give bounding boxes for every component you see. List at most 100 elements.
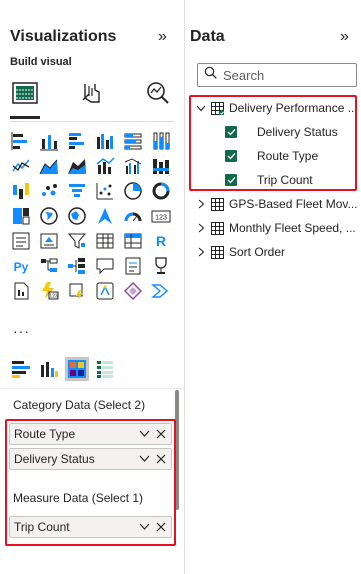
field-chip-label: Trip Count <box>14 520 70 534</box>
decomposition-tree-icon[interactable] <box>66 255 88 277</box>
measure-well-label: Measure Data (Select 1) <box>13 491 144 505</box>
scatter-dots-icon[interactable] <box>94 180 116 202</box>
chevron-right-icon[interactable] <box>195 247 207 257</box>
100-stacked-bar-chart-icon[interactable] <box>122 130 144 152</box>
matrix-icon[interactable] <box>122 230 144 252</box>
build-visual-tab-icon[interactable] <box>10 78 40 108</box>
paginated-report-icon[interactable] <box>10 280 32 302</box>
field-chip-route-type[interactable]: Route Type <box>9 423 172 445</box>
analytics-tab-icon[interactable] <box>142 78 172 108</box>
multi-row-card-icon[interactable] <box>10 230 32 252</box>
treemap-icon[interactable] <box>10 205 32 227</box>
field-chip-label: Route Type <box>14 427 76 441</box>
donut-chart-icon[interactable] <box>150 180 172 202</box>
map-icon[interactable] <box>38 205 60 227</box>
waterfall-chart-icon[interactable] <box>10 180 32 202</box>
area-chart-icon[interactable] <box>38 155 60 177</box>
svg-text:123: 123 <box>155 215 167 222</box>
checkbox-checked-icon[interactable] <box>225 150 237 162</box>
slicer-icon[interactable] <box>66 230 88 252</box>
gauge-icon[interactable] <box>122 205 144 227</box>
table-gps-fleet[interactable]: GPS-Based Fleet Mov... <box>195 193 358 215</box>
table-name: Sort Order <box>229 245 286 259</box>
table-name: Delivery Performance ... <box>229 101 358 115</box>
svg-text:Py: Py <box>14 260 29 274</box>
line-chart-icon[interactable] <box>10 155 32 177</box>
r-script-visual-icon[interactable]: R <box>150 230 172 252</box>
table-visual-icon[interactable] <box>94 230 116 252</box>
field-delivery-status[interactable]: Delivery Status <box>225 121 338 143</box>
key-influencers-icon[interactable] <box>38 255 60 277</box>
card-icon[interactable]: 123 <box>150 205 172 227</box>
smart-narrative-icon[interactable] <box>122 255 144 277</box>
stacked-area-chart-icon[interactable] <box>66 155 88 177</box>
power-automate-icon[interactable] <box>94 280 116 302</box>
heat-list-icon[interactable] <box>93 357 117 381</box>
kpi-icon[interactable] <box>38 230 60 252</box>
funnel-chart-icon[interactable] <box>66 180 88 202</box>
chevron-down-icon[interactable] <box>195 105 207 112</box>
power-automate-chevron-icon[interactable] <box>150 280 172 302</box>
visualizations-title: Visualizations <box>10 28 117 45</box>
close-icon[interactable] <box>154 520 168 534</box>
power-apps-diamond-icon[interactable] <box>122 280 144 302</box>
table-sort-order[interactable]: Sort Order <box>195 241 285 263</box>
trophy-goals-icon[interactable] <box>150 255 172 277</box>
table-icon <box>211 101 226 116</box>
build-visual-label: Build visual <box>10 56 72 68</box>
svg-text:R: R <box>156 233 166 249</box>
checkbox-checked-icon[interactable] <box>225 126 237 138</box>
field-wells-scrollbar[interactable] <box>175 390 179 510</box>
close-icon[interactable] <box>154 427 168 441</box>
chevron-right-icon[interactable] <box>195 223 207 233</box>
close-icon[interactable] <box>154 452 168 466</box>
line-and-stacked-column-icon[interactable] <box>94 155 116 177</box>
line-and-clustered-column-icon[interactable] <box>122 155 144 177</box>
qa-visual-icon[interactable] <box>94 255 116 277</box>
power-apps-card-icon[interactable]: 123 <box>38 280 60 302</box>
field-name: Route Type <box>257 149 319 163</box>
field-chip-trip-count[interactable]: Trip Count <box>9 516 172 538</box>
field-name: Delivery Status <box>257 125 338 139</box>
more-visuals-button[interactable]: ··· <box>13 323 30 339</box>
table-name: Monthly Fleet Speed, ... <box>229 221 356 235</box>
divider <box>10 121 174 122</box>
field-chip-delivery-status[interactable]: Delivery Status <box>9 448 172 470</box>
filled-map-icon[interactable] <box>66 205 88 227</box>
format-visual-tab-icon[interactable] <box>77 78 107 108</box>
pie-chart-icon[interactable] <box>122 180 144 202</box>
data-title: Data <box>190 28 225 45</box>
100-stacked-column-chart-icon[interactable] <box>150 130 172 152</box>
chevron-down-icon[interactable] <box>137 520 151 534</box>
azure-map-icon[interactable] <box>94 205 116 227</box>
active-tab-indicator <box>10 116 40 119</box>
chevron-right-icon[interactable] <box>195 199 207 209</box>
clustered-bar-chart-icon[interactable] <box>66 130 88 152</box>
stacked-column-chart-icon[interactable] <box>38 130 60 152</box>
clustered-column-chart-icon[interactable] <box>94 130 116 152</box>
checkbox-checked-icon[interactable] <box>225 174 237 186</box>
power-apps-icon[interactable] <box>66 280 88 302</box>
search-box[interactable] <box>197 63 357 87</box>
divider <box>0 388 184 389</box>
fields-tab-icon[interactable] <box>9 357 33 381</box>
collapse-visualizations-icon[interactable]: » <box>158 29 167 45</box>
table-delivery-performance[interactable]: Delivery Performance ... <box>195 97 358 119</box>
search-icon <box>204 66 217 84</box>
scatter-chart-icon[interactable] <box>38 180 60 202</box>
collapse-data-icon[interactable]: » <box>340 29 349 45</box>
column-bars-icon[interactable] <box>37 357 61 381</box>
field-route-type[interactable]: Route Type <box>225 145 318 167</box>
stacked-bar-chart-icon[interactable] <box>10 130 32 152</box>
table-icon <box>211 245 224 259</box>
ribbon-chart-icon[interactable] <box>150 155 172 177</box>
python-visual-icon[interactable]: Py <box>10 255 32 277</box>
selected-visual-icon[interactable] <box>65 357 89 381</box>
svg-text:123: 123 <box>49 294 58 300</box>
chevron-down-icon[interactable] <box>137 427 151 441</box>
field-name: Trip Count <box>257 173 313 187</box>
chevron-down-icon[interactable] <box>137 452 151 466</box>
field-trip-count[interactable]: Trip Count <box>225 169 313 191</box>
table-monthly-fleet-speed[interactable]: Monthly Fleet Speed, ... <box>195 217 356 239</box>
search-input[interactable] <box>223 67 343 83</box>
